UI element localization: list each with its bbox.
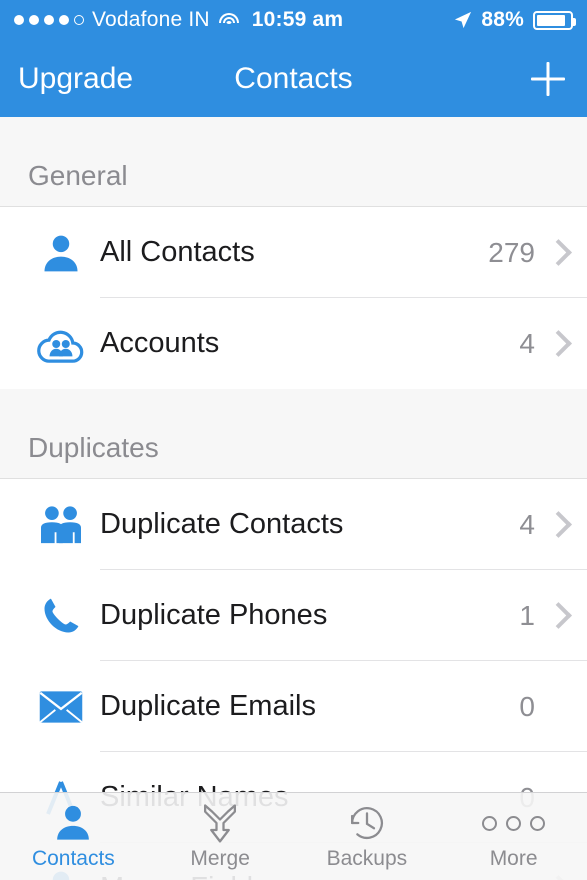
wifi-icon <box>218 12 240 28</box>
app-screen: Vodafone IN 10:59 am 88% Upgrade Contact… <box>0 0 587 880</box>
tab-backups[interactable]: Backups <box>294 793 441 880</box>
three-dots-icon <box>482 802 546 844</box>
tab-more[interactable]: More <box>440 793 587 880</box>
clock-history-icon <box>346 802 388 844</box>
two-people-icon <box>22 505 100 545</box>
list-item-label: Duplicate Phones <box>100 599 328 631</box>
upgrade-button[interactable]: Upgrade <box>18 63 133 94</box>
cloud-people-icon <box>22 323 100 365</box>
list-item-duplicate-phones[interactable]: Duplicate Phones 1 <box>0 570 587 661</box>
tab-label: Contacts <box>31 847 115 870</box>
list-item-label: Duplicate Contacts <box>100 508 344 540</box>
list-item-count: 279 <box>488 236 535 268</box>
person-icon <box>22 231 100 275</box>
list-item-label: Duplicate Emails <box>100 690 316 722</box>
phone-icon <box>22 594 100 638</box>
list-item-count: 4 <box>519 327 535 359</box>
envelope-icon <box>22 690 100 724</box>
location-arrow-icon <box>454 11 472 29</box>
list-item-all-contacts[interactable]: All Contacts 279 <box>0 207 587 298</box>
list-item-label: All Contacts <box>100 236 255 268</box>
battery-icon <box>533 10 576 30</box>
list-item-accounts[interactable]: Accounts 4 <box>0 298 587 389</box>
status-bar-right: 88% <box>454 8 576 32</box>
signal-strength-dots <box>14 15 84 25</box>
status-bar-left: Vodafone IN 10:59 am <box>14 8 343 32</box>
tab-bar: Contacts Merge Backups More <box>0 792 587 880</box>
merge-arrow-icon <box>200 802 240 844</box>
tab-merge[interactable]: Merge <box>147 793 294 880</box>
battery-percent-label: 88% <box>481 8 524 31</box>
tab-label: More <box>489 847 538 870</box>
settings-list[interactable]: General All Contacts 279 Accounts 4 Dupl… <box>0 117 587 880</box>
status-bar: Vodafone IN 10:59 am 88% <box>0 0 587 40</box>
chevron-right-icon <box>549 330 565 358</box>
tab-label: Backups <box>326 847 408 870</box>
list-item-label: Accounts <box>100 327 220 359</box>
add-contact-button[interactable] <box>527 58 569 100</box>
section-header-general: General <box>0 117 587 207</box>
carrier-name: Vodafone IN <box>92 8 210 31</box>
person-icon <box>53 802 93 844</box>
list-item-duplicate-contacts[interactable]: Duplicate Contacts 4 <box>0 479 587 570</box>
list-item-count: 0 <box>519 690 535 722</box>
tab-contacts[interactable]: Contacts <box>0 793 147 880</box>
chevron-right-icon <box>549 602 565 630</box>
section-header-duplicates: Duplicates <box>0 389 587 479</box>
navigation-bar: Upgrade Contacts <box>0 40 587 117</box>
tab-label: Merge <box>190 847 250 870</box>
list-item-duplicate-emails[interactable]: Duplicate Emails 0 <box>0 661 587 752</box>
list-item-count: 4 <box>519 508 535 540</box>
list-item-count: 1 <box>519 599 535 631</box>
status-bar-time: 10:59 am <box>251 8 344 31</box>
chevron-right-icon <box>549 511 565 539</box>
chevron-right-icon <box>549 239 565 267</box>
